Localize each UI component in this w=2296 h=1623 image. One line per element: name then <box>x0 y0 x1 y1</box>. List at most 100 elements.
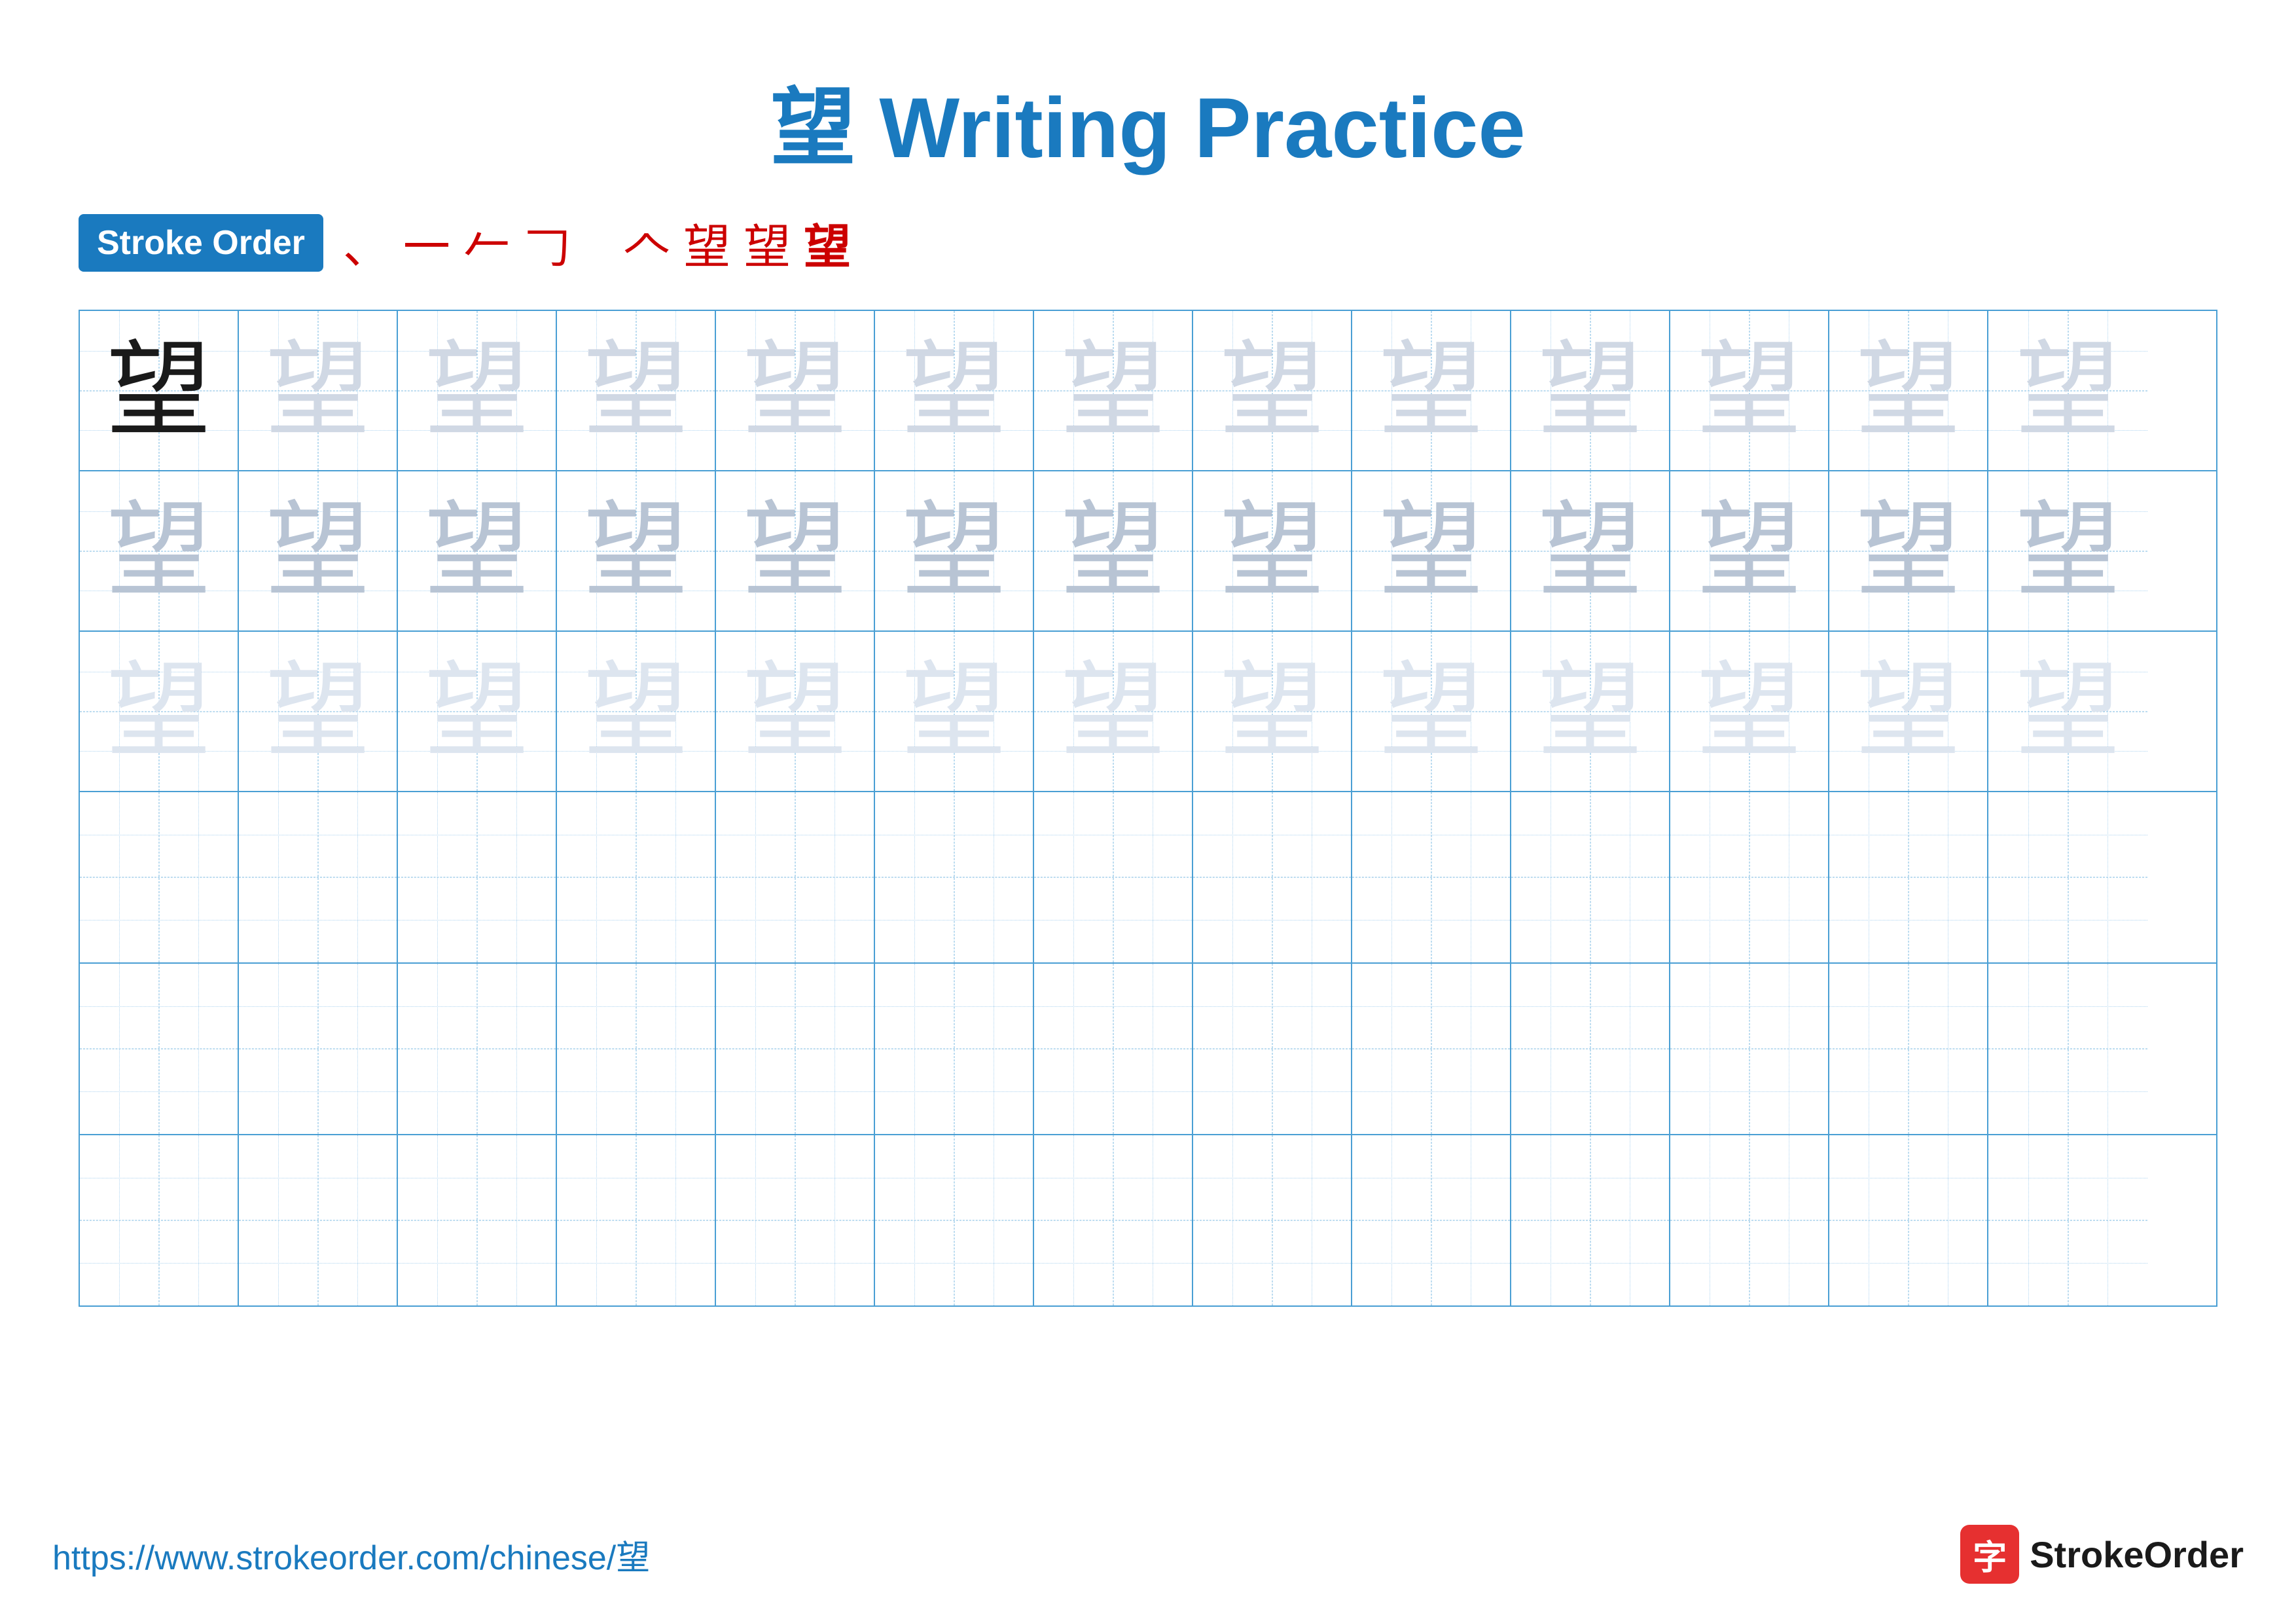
cell-6-9 <box>1352 1135 1511 1305</box>
stroke-3: 𠂉 <box>463 208 511 277</box>
cell-1-9: 望 <box>1352 311 1511 470</box>
cell-5-9 <box>1352 964 1511 1134</box>
title-area: 望 Writing Practice <box>52 59 2244 182</box>
stroke-4: 𠃌 <box>524 208 571 277</box>
cell-5-4 <box>557 964 716 1134</box>
char-guide: 望 <box>1378 338 1483 443</box>
cell-1-1: 望 <box>80 311 239 470</box>
cell-1-2: 望 <box>239 311 398 470</box>
cell-4-4 <box>557 792 716 962</box>
cell-1-5: 望 <box>716 311 875 470</box>
char-guide: 望 <box>265 659 370 764</box>
cell-3-3: 望 <box>398 632 557 791</box>
cell-1-11: 望 <box>1670 311 1829 470</box>
footer: https://www.strokeorder.com/chinese/望 字 … <box>52 1525 2244 1584</box>
cell-6-10 <box>1511 1135 1670 1305</box>
cell-1-3: 望 <box>398 311 557 470</box>
title-rest: Writing Practice <box>855 80 1525 175</box>
cell-2-7: 望 <box>1034 471 1193 630</box>
cell-3-12: 望 <box>1829 632 1988 791</box>
cell-2-5: 望 <box>716 471 875 630</box>
stroke-10: 望 <box>744 208 791 277</box>
char-guide: 望 <box>265 338 370 443</box>
cell-5-8 <box>1193 964 1352 1134</box>
char-guide: 望 <box>742 659 847 764</box>
char-guide: 望 <box>1219 499 1324 604</box>
char-guide: 望 <box>1060 499 1165 604</box>
cell-6-4 <box>557 1135 716 1305</box>
cell-5-5 <box>716 964 875 1134</box>
cell-1-8: 望 <box>1193 311 1352 470</box>
cell-4-9 <box>1352 792 1511 962</box>
char-guide: 望 <box>106 659 211 764</box>
char-guide: 望 <box>1696 499 1801 604</box>
cell-5-2 <box>239 964 398 1134</box>
char-guide: 望 <box>1219 659 1324 764</box>
char-guide: 望 <box>1378 499 1483 604</box>
char-guide: 望 <box>742 338 847 443</box>
char-guide: 望 <box>901 338 1006 443</box>
cell-3-1: 望 <box>80 632 239 791</box>
char-guide: 望 <box>2015 659 2120 764</box>
cell-6-5 <box>716 1135 875 1305</box>
cell-1-12: 望 <box>1829 311 1988 470</box>
char-guide: 望 <box>1219 338 1324 443</box>
cell-4-1 <box>80 792 239 962</box>
cell-2-12: 望 <box>1829 471 1988 630</box>
cell-6-13 <box>1988 1135 2147 1305</box>
cell-5-12 <box>1829 964 1988 1134</box>
stroke-11: 望 <box>804 208 851 277</box>
cell-6-1 <box>80 1135 239 1305</box>
cell-6-2 <box>239 1135 398 1305</box>
char-guide: 望 <box>1060 659 1165 764</box>
char-guide: 望 <box>2015 499 2120 604</box>
cell-4-7 <box>1034 792 1193 962</box>
char-guide: 望 <box>265 499 370 604</box>
cell-3-8: 望 <box>1193 632 1352 791</box>
cell-4-8 <box>1193 792 1352 962</box>
char-guide: 望 <box>742 499 847 604</box>
stroke-8: 𠆢 <box>623 208 670 277</box>
cell-2-9: 望 <box>1352 471 1511 630</box>
cell-3-9: 望 <box>1352 632 1511 791</box>
cell-2-11: 望 <box>1670 471 1829 630</box>
cell-6-8 <box>1193 1135 1352 1305</box>
cell-5-10 <box>1511 964 1670 1134</box>
char-guide: 望 <box>424 499 529 604</box>
cell-4-2 <box>239 792 398 962</box>
char-guide: 望 <box>424 659 529 764</box>
char-guide: 望 <box>583 499 688 604</box>
cell-5-11 <box>1670 964 1829 1134</box>
char-guide: 望 <box>2015 338 2120 443</box>
grid-row-2: 望 望 望 望 望 <box>80 471 2216 632</box>
cell-3-2: 望 <box>239 632 398 791</box>
char-guide: 望 <box>1537 499 1642 604</box>
cell-6-3 <box>398 1135 557 1305</box>
cell-5-13 <box>1988 964 2147 1134</box>
cell-2-3: 望 <box>398 471 557 630</box>
stroke-sequence: 、 一 𠂉 𠃌 𠅙 𠄙 𠅗 𠆢 望 望 望 <box>343 208 851 277</box>
char-dark: 望 <box>106 338 211 443</box>
cell-3-11: 望 <box>1670 632 1829 791</box>
cell-6-12 <box>1829 1135 1988 1305</box>
cell-3-4: 望 <box>557 632 716 791</box>
cell-6-6 <box>875 1135 1034 1305</box>
cell-5-1 <box>80 964 239 1134</box>
cell-1-6: 望 <box>875 311 1034 470</box>
char-guide: 望 <box>1378 659 1483 764</box>
cell-5-7 <box>1034 964 1193 1134</box>
cell-4-6 <box>875 792 1034 962</box>
cell-1-7: 望 <box>1034 311 1193 470</box>
cell-4-11 <box>1670 792 1829 962</box>
char-guide: 望 <box>901 499 1006 604</box>
cell-2-13: 望 <box>1988 471 2147 630</box>
cell-6-11 <box>1670 1135 1829 1305</box>
char-guide: 望 <box>1696 659 1801 764</box>
char-guide: 望 <box>424 338 529 443</box>
stroke-2: 一 <box>403 208 450 277</box>
page-title: 望 Writing Practice <box>770 80 1525 175</box>
cell-4-5 <box>716 792 875 962</box>
footer-logo: 字 StrokeOrder <box>1960 1525 2244 1584</box>
logo-text: StrokeOrder <box>2030 1533 2244 1576</box>
practice-grid: 望 望 望 望 望 <box>79 310 2217 1307</box>
